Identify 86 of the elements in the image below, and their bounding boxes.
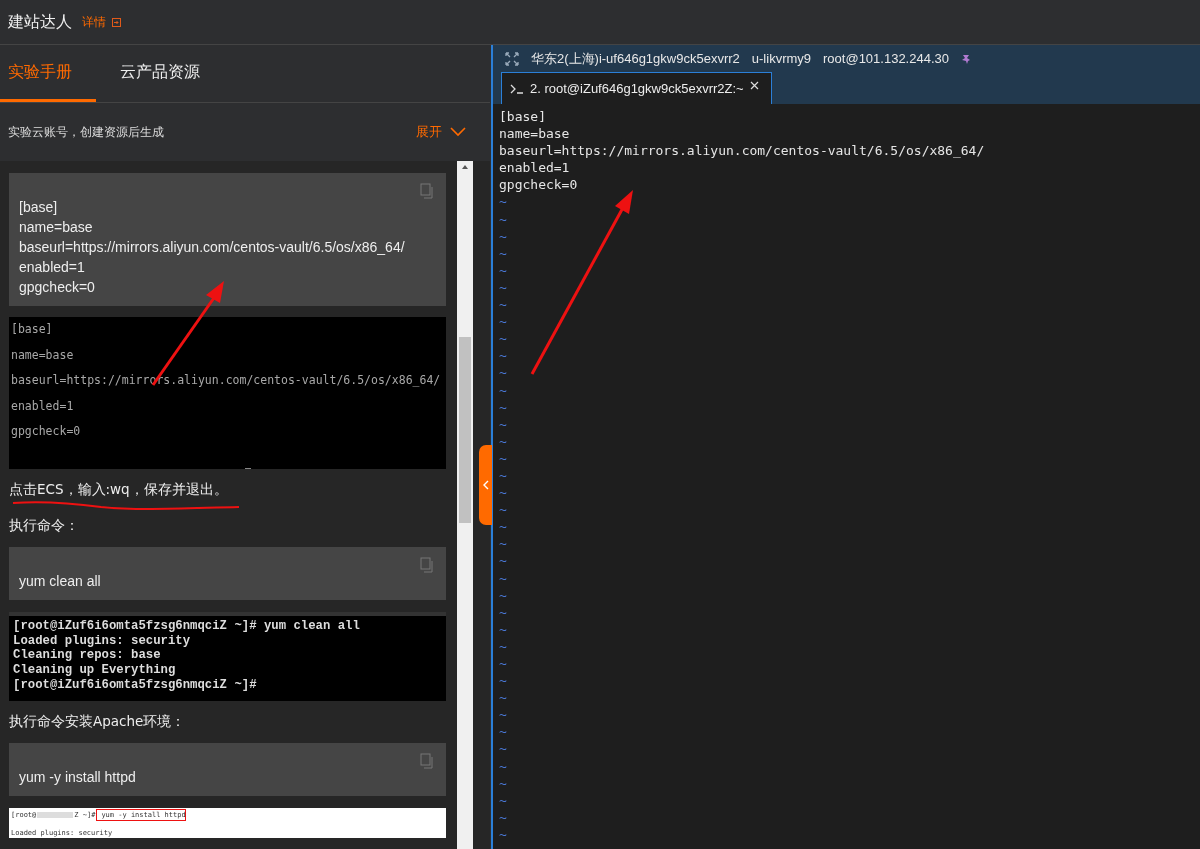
empty-line-marker: ~	[499, 432, 507, 450]
empty-line-marker: ~	[499, 415, 507, 433]
instance-label: 华东2(上海)i-uf646g1gkw9ck5exvrr2	[531, 49, 740, 68]
empty-line-marker: ~	[499, 706, 507, 724]
scrollbar-thumb[interactable]	[459, 337, 471, 523]
login-label: root@101.132.244.30	[823, 51, 949, 66]
empty-line-marker: ~	[499, 586, 507, 604]
empty-line-marker: ~	[499, 757, 507, 775]
empty-line-marker: ~	[499, 398, 507, 416]
account-note: 实验云账号，创建资源后生成	[8, 123, 164, 141]
empty-line-marker: ~	[499, 449, 507, 467]
screenshot-line: gpgcheck=0	[11, 423, 81, 440]
page-title: 建站达人	[8, 11, 72, 33]
copy-icon[interactable]	[420, 752, 434, 769]
empty-line-marker: ~	[499, 569, 507, 587]
empty-line-marker: ~	[499, 791, 507, 809]
screenshot-line: Cleaning up Everything	[13, 663, 176, 678]
terminal-line: baseurl=https://mirrors.aliyun.com/centos-vault/6.5/os/x86_64/	[499, 142, 985, 160]
screenshot-line: [base]	[11, 321, 53, 338]
empty-line-marker: ~	[499, 330, 507, 348]
terminal-line: name=base	[499, 125, 570, 143]
instruction-text: 执行命令：	[9, 517, 79, 535]
empty-line-marker: ~	[499, 740, 507, 758]
user-label: u-likvrmy9	[751, 51, 812, 66]
empty-line-marker: ~	[499, 278, 507, 297]
copy-icon[interactable]	[420, 557, 434, 573]
empty-line-marker: ~	[499, 193, 507, 211]
empty-line-marker: ~	[499, 603, 507, 621]
code-line: baseurl=https://mirrors.aliyun.com/centos-vault/6.5/os/x86_64/	[19, 238, 405, 257]
code-line: yum -y install httpd	[19, 767, 136, 787]
fullscreen-icon[interactable]	[505, 51, 519, 66]
empty-line-marker: ~	[499, 261, 507, 279]
empty-line-marker: ~	[499, 620, 507, 638]
tab-label: 2. root@iZuf646g1gkw9ck5exvrr2Z:~	[530, 81, 744, 96]
empty-line-marker: ~	[499, 723, 507, 741]
instruction-text: 点击ECS，输入:wq，保存并退出。	[9, 481, 228, 499]
empty-line-marker: ~	[499, 227, 507, 245]
empty-line-marker: ~	[499, 672, 507, 690]
screenshot-line: name=base	[11, 346, 74, 364]
code-line: yum clean all	[19, 572, 101, 591]
empty-line-marker: ~	[499, 244, 507, 262]
empty-line-marker: ~	[499, 381, 507, 399]
scrollbar[interactable]	[457, 161, 473, 849]
screenshot-line: Loaded plugins: security	[13, 633, 191, 649]
empty-line-marker: ~	[499, 518, 507, 536]
empty-line-marker: ~	[499, 313, 507, 331]
empty-line-marker: ~	[499, 825, 507, 844]
empty-line-marker: ~	[499, 689, 507, 707]
terminal-line: [base]	[499, 108, 546, 126]
terminal-line: enabled=1	[499, 159, 570, 177]
code-line: [base]	[19, 198, 58, 217]
terminal-line: gpgcheck=0	[499, 176, 578, 194]
expand-button[interactable]: 展开	[416, 123, 466, 141]
details-link[interactable]: 详情	[82, 13, 106, 31]
code-line: gpgcheck=0	[19, 278, 95, 297]
empty-line-marker: ~	[499, 347, 507, 365]
empty-line-marker: ~	[499, 655, 507, 673]
code-line: name=base	[19, 218, 93, 237]
copy-icon[interactable]	[420, 183, 434, 199]
manual-tab[interactable]: 实验手册	[0, 45, 96, 102]
manual-tab[interactable]: 云产品资源	[112, 45, 208, 102]
empty-line-marker: ~	[499, 484, 507, 502]
empty-line-marker: ~	[499, 501, 507, 519]
instruction-text: 执行命令安装Apache环境：	[9, 712, 186, 731]
blurred-region	[37, 811, 74, 818]
external-link-icon	[112, 17, 121, 27]
screenshot-line: enabled=1	[11, 397, 74, 415]
screenshot-line: [root@iZuf6i6omta5fzsg6nmqciZ ~]#	[13, 677, 257, 693]
code-line: enabled=1	[19, 258, 85, 277]
chevron-left-icon	[481, 480, 490, 490]
close-icon[interactable]	[749, 81, 759, 90]
screenshot-line: Cleaning repos: base	[13, 648, 161, 664]
empty-line-marker: ~	[499, 552, 507, 570]
empty-line-marker: ~	[499, 808, 507, 826]
empty-line-marker: ~	[499, 210, 507, 228]
empty-line-marker: ~	[499, 774, 507, 792]
empty-line-marker: ~	[499, 296, 507, 314]
empty-line-marker: ~	[499, 637, 507, 655]
chevron-down-icon	[450, 127, 466, 137]
empty-line-marker: ~	[499, 535, 507, 553]
terminal-tab[interactable]: 2. root@iZuf646g1gkw9ck5exvrr2Z:~	[501, 72, 772, 104]
collapse-handle[interactable]	[479, 445, 492, 525]
screenshot-line: [root@iZuf6i6omta5fzsg6nmqciZ ~]# yum clean all	[13, 619, 360, 634]
terminal-icon	[510, 83, 524, 94]
empty-line-marker: ~	[499, 466, 507, 485]
empty-line-marker: ~	[499, 364, 507, 382]
